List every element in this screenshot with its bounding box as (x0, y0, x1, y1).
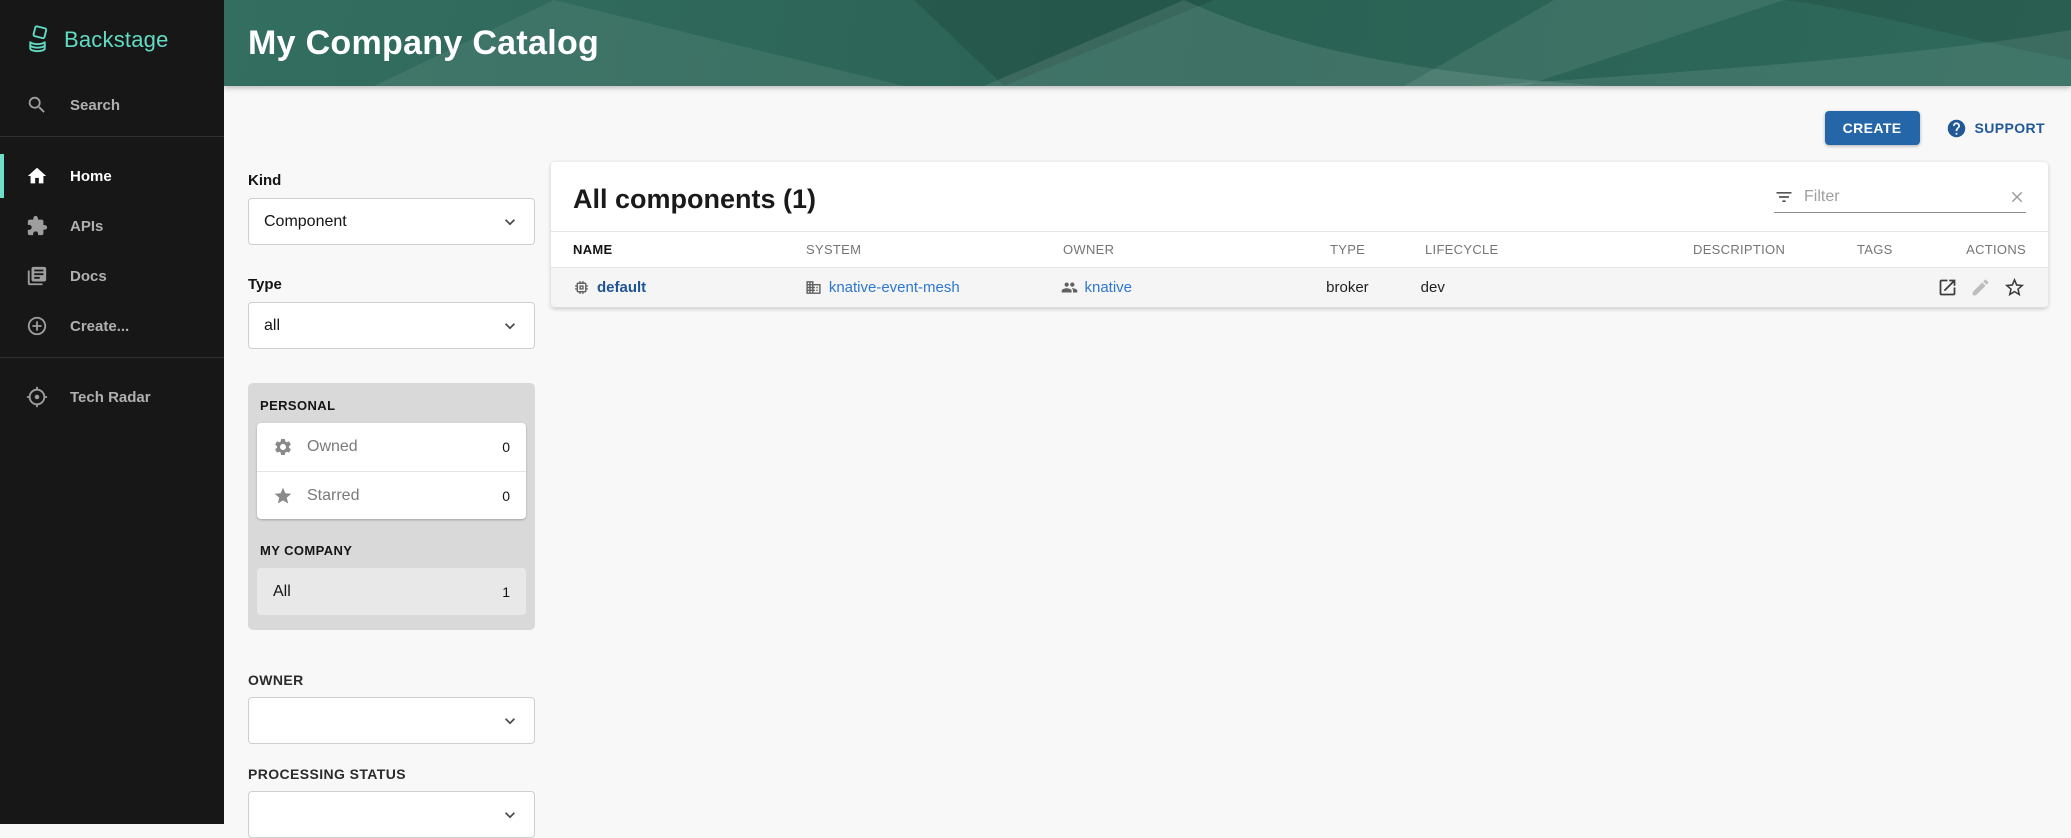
main-content: CREATE SUPPORT Kind Component Type all P… (224, 86, 2071, 824)
star-icon (273, 486, 293, 506)
sidebar-item-search[interactable]: Search (0, 80, 224, 130)
sidebar-divider (0, 357, 224, 358)
sidebar-divider (0, 136, 224, 137)
company-section-title: MY COMPANY (257, 541, 526, 568)
all-filter-option[interactable]: All 1 (257, 568, 526, 615)
chevron-down-icon (500, 316, 520, 336)
table-row: default knative-event-mesh knative broke… (551, 268, 2048, 308)
ownership-filter-card: PERSONAL Owned 0 Starred 0 MY COMP (248, 383, 535, 630)
actions-cell (1937, 276, 2048, 299)
home-icon (26, 165, 48, 187)
owned-filter-option[interactable]: Owned 0 (257, 423, 526, 471)
kind-select-value: Component (264, 213, 347, 231)
help-icon (1946, 118, 1967, 139)
system-cell: knative-event-mesh (805, 279, 1061, 296)
column-header-name[interactable]: NAME (551, 242, 806, 257)
sidebar-item-label: Create... (70, 318, 129, 335)
page-actions: CREATE SUPPORT (1825, 111, 2045, 145)
sidebar-item-apis[interactable]: APIs (0, 201, 224, 251)
filters-panel: Kind Component Type all PERSONAL Owned (248, 172, 535, 838)
owned-filter-label: Owned (307, 438, 358, 456)
type-label: Type (248, 276, 535, 293)
column-header-type[interactable]: TYPE (1330, 242, 1425, 257)
components-table-card: All components (1) NAME SYSTEM OWNER TYP… (551, 162, 2048, 308)
processing-status-select[interactable] (248, 791, 535, 838)
docs-icon (26, 265, 48, 287)
edit-pencil-icon (1970, 277, 1991, 298)
table-filter (1774, 187, 2026, 213)
sidebar-item-label: Home (70, 168, 112, 185)
system-link[interactable]: knative-event-mesh (829, 279, 960, 296)
table-filter-input[interactable] (1804, 188, 2008, 206)
clear-filter-icon[interactable] (2008, 188, 2026, 206)
lifecycle-cell: dev (1421, 279, 1688, 296)
backstage-logo-icon (24, 25, 54, 55)
table-column-headers: NAME SYSTEM OWNER TYPE LIFECYCLE DESCRIP… (551, 231, 2048, 268)
chevron-down-icon (500, 212, 520, 232)
starred-count: 0 (502, 488, 510, 504)
sidebar-item-tech-radar[interactable]: Tech Radar (0, 372, 224, 422)
owned-count: 0 (502, 439, 510, 455)
component-chip-icon (573, 279, 590, 296)
personal-section-title: PERSONAL (257, 396, 526, 423)
column-header-description[interactable]: DESCRIPTION (1693, 242, 1857, 257)
sidebar-item-label: Docs (70, 268, 107, 285)
building-icon (805, 279, 822, 296)
support-button[interactable]: SUPPORT (1946, 118, 2045, 139)
filter-list-icon (1774, 187, 1794, 207)
all-count: 1 (502, 584, 510, 600)
puzzle-icon (26, 215, 48, 237)
type-select[interactable]: all (248, 302, 535, 349)
sidebar-item-home[interactable]: Home (0, 151, 224, 201)
page-title: My Company Catalog (224, 24, 599, 63)
column-header-tags[interactable]: TAGS (1857, 242, 1944, 257)
column-header-system[interactable]: SYSTEM (806, 242, 1063, 257)
column-header-actions: ACTIONS (1944, 242, 2048, 257)
owner-select[interactable] (248, 697, 535, 744)
type-select-value: all (264, 317, 280, 335)
open-in-new-icon[interactable] (1937, 277, 1958, 298)
backstage-logo-text: Backstage (64, 27, 169, 53)
column-header-lifecycle[interactable]: LIFECYCLE (1425, 242, 1693, 257)
table-header-bar: All components (1) (551, 162, 2048, 231)
sidebar: Backstage Search Home APIs Docs Create..… (0, 0, 224, 824)
group-icon (1061, 279, 1078, 296)
type-cell: broker (1326, 279, 1421, 296)
owner-filter-label: OWNER (248, 672, 535, 688)
page-header: My Company Catalog (224, 0, 2071, 86)
radar-target-icon (26, 386, 48, 408)
personal-options: Owned 0 Starred 0 (257, 423, 526, 519)
sidebar-item-docs[interactable]: Docs (0, 251, 224, 301)
sidebar-item-label: Search (70, 97, 120, 114)
backstage-logo[interactable]: Backstage (0, 0, 224, 80)
table-title: All components (1) (573, 184, 816, 215)
name-cell: default (551, 279, 805, 296)
chevron-down-icon (500, 711, 520, 731)
starred-filter-option[interactable]: Starred 0 (257, 471, 526, 519)
processing-status-label: PROCESSING STATUS (248, 766, 535, 782)
sidebar-item-label: APIs (70, 218, 103, 235)
create-button[interactable]: CREATE (1825, 111, 1920, 145)
support-button-label: SUPPORT (1975, 120, 2045, 136)
gear-icon (273, 437, 293, 457)
sidebar-item-create[interactable]: Create... (0, 301, 224, 351)
add-circle-icon (26, 315, 48, 337)
all-filter-label: All (273, 583, 291, 601)
sidebar-item-label: Tech Radar (70, 389, 151, 406)
search-icon (26, 94, 48, 116)
starred-filter-label: Starred (307, 487, 359, 505)
chevron-down-icon (500, 805, 520, 825)
star-outline-icon[interactable] (2003, 276, 2026, 299)
owner-link[interactable]: knative (1085, 279, 1133, 296)
owner-cell: knative (1061, 279, 1327, 296)
kind-select[interactable]: Component (248, 198, 535, 245)
kind-label: Kind (248, 172, 535, 189)
column-header-owner[interactable]: OWNER (1063, 242, 1330, 257)
entity-link[interactable]: default (597, 279, 646, 296)
